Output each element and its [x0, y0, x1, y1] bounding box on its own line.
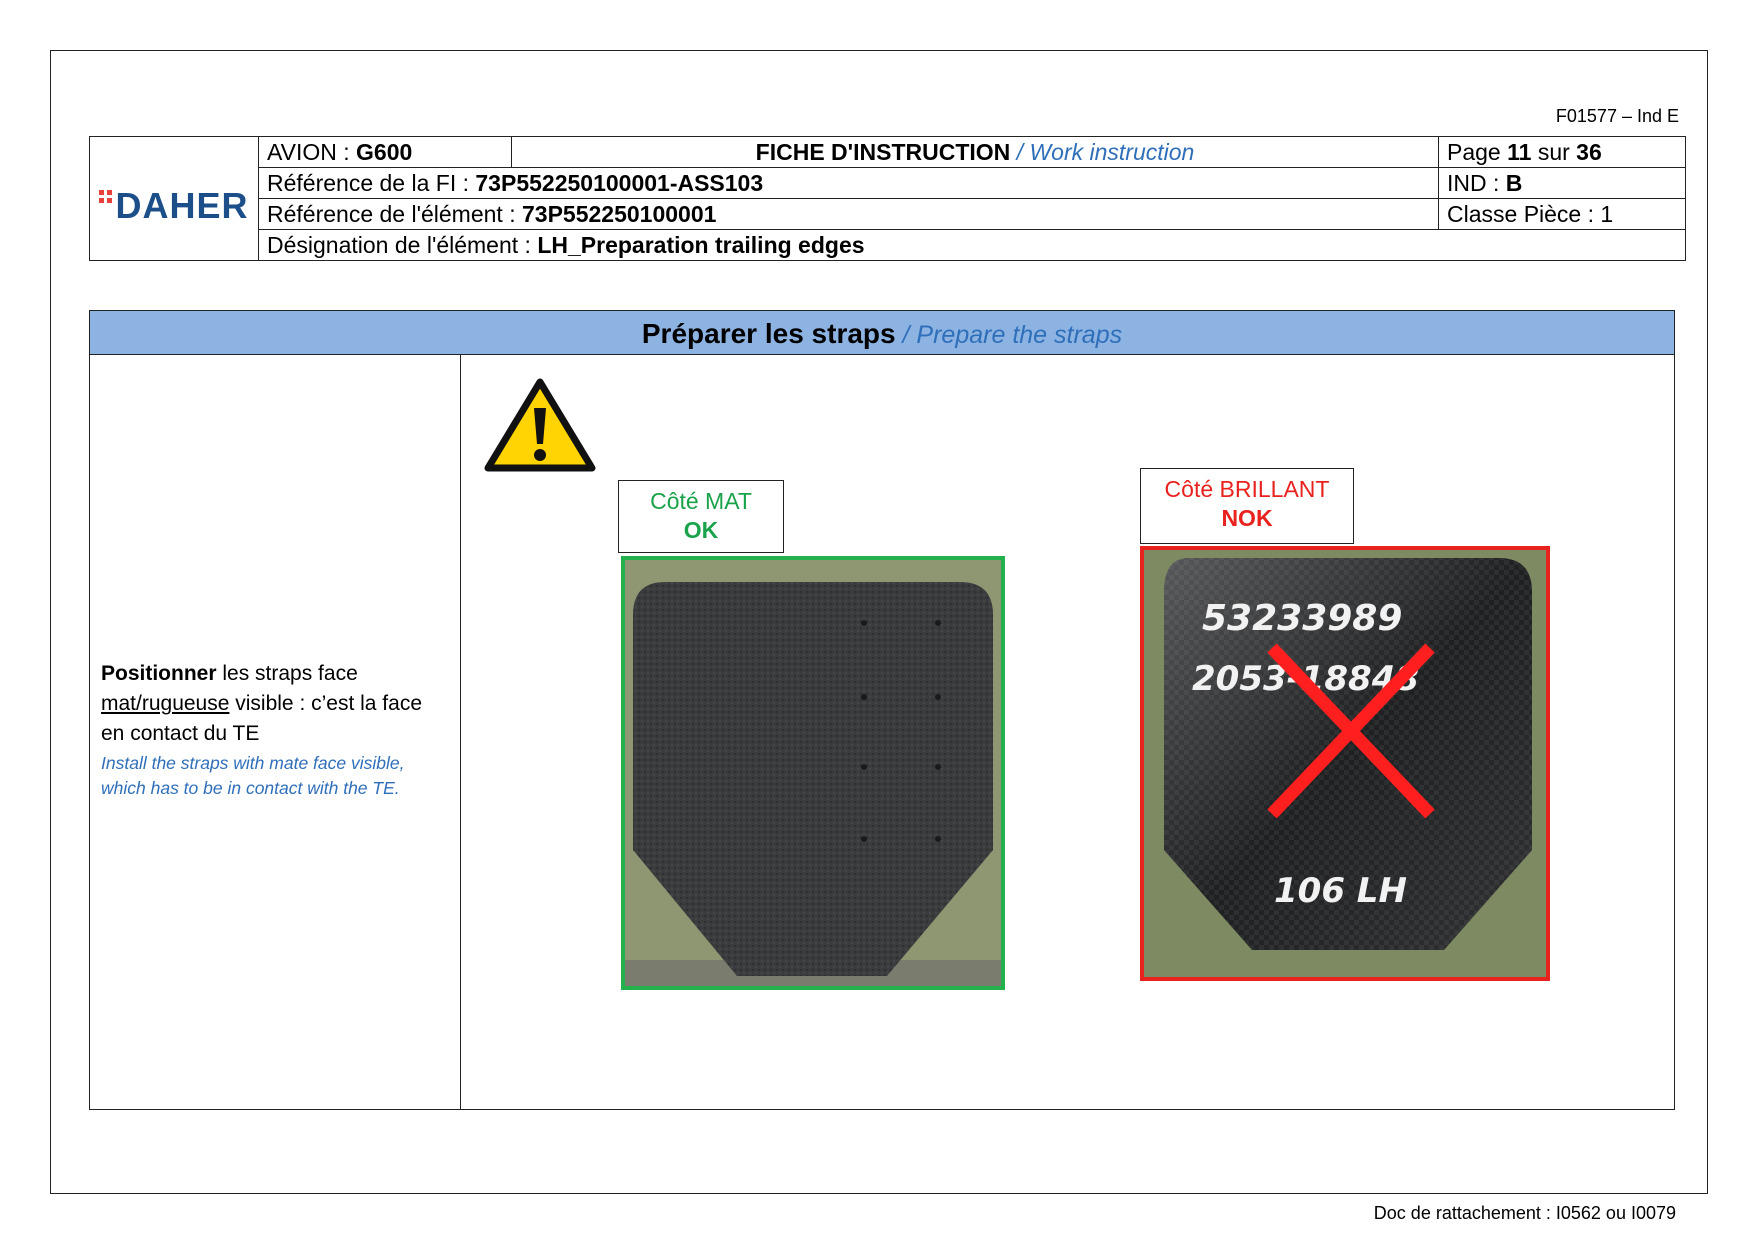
- logo-cell: DAHER: [89, 136, 259, 261]
- photo-strap-mat: [621, 556, 1005, 990]
- ref-element-value: 73P552250100001: [521, 200, 717, 227]
- logo-dots-icon: [99, 189, 113, 203]
- ref-fi-value: 73P552250100001-ASS103: [475, 169, 764, 196]
- avion-cell: AVION : G600: [258, 136, 512, 168]
- label-brillant-nok: Côté BRILLANT NOK: [1140, 468, 1354, 544]
- handwriting-line1: 53233989: [1202, 598, 1402, 639]
- ref-element-label: Référence de l'élément :: [267, 200, 522, 227]
- instruction-fr: Positionner les straps face mat/rugueuse…: [101, 659, 441, 749]
- document-header: DAHER AVION : G600 FICHE D'INSTRUCTION /…: [89, 136, 1686, 261]
- handwriting-line3: 106 LH: [1274, 871, 1407, 911]
- page-sep: sur: [1531, 138, 1577, 165]
- ref-fi-cell: Référence de la FI : 73P552250100001-ASS…: [258, 167, 1439, 199]
- instruction-text1: les straps face: [216, 662, 358, 685]
- avion-value: G600: [356, 138, 413, 165]
- ind-cell: IND : B: [1438, 167, 1686, 199]
- logo-text: DAHER: [115, 184, 249, 226]
- classe-piece: Classe Pièce : 1: [1438, 198, 1686, 230]
- page-label: Page: [1447, 138, 1508, 165]
- section-title-fr: Préparer les straps: [641, 318, 896, 349]
- daher-logo: DAHER: [99, 184, 249, 226]
- label-nok-line1: Côté BRILLANT: [1164, 476, 1330, 502]
- fiche-title-cell: FICHE D'INSTRUCTION / Work instruction: [511, 136, 1439, 168]
- warning-triangle-icon: [484, 378, 596, 474]
- label-ok-line2: OK: [683, 517, 719, 543]
- label-nok-line2: NOK: [1221, 505, 1273, 531]
- instruction-column: Positionner les straps face mat/rugueuse…: [90, 355, 461, 1109]
- ref-fi-label: Référence de la FI :: [267, 169, 476, 196]
- instruction-en: Install the straps with mate face visibl…: [101, 753, 405, 798]
- designation-cell: Désignation de l'élément : LH_Preparatio…: [258, 229, 1686, 261]
- avion-label: AVION :: [267, 138, 357, 165]
- ref-element-cell: Référence de l'élément : 73P552250100001: [258, 198, 1439, 230]
- page-current: 11: [1507, 138, 1532, 165]
- ind-value: B: [1505, 169, 1523, 196]
- form-code: F01577 – Ind E: [1555, 106, 1679, 126]
- label-ok-line1: Côté MAT: [650, 488, 752, 514]
- footer-doc-ref: Doc de rattachement : I0562 ou I0079: [1373, 1203, 1676, 1223]
- section-title-en: / Prepare the straps: [895, 321, 1123, 349]
- ind-label: IND :: [1447, 169, 1506, 196]
- section-title: Préparer les straps / Prepare the straps: [90, 311, 1674, 355]
- designation-value: LH_Preparation trailing edges: [537, 231, 865, 258]
- photo-strap-brillant: 53233989 2053-18848 106 LH: [1140, 546, 1550, 981]
- fiche-subtitle: / Work instruction: [1010, 138, 1195, 165]
- label-mat-ok: Côté MAT OK: [618, 480, 784, 553]
- instruction-text: Positionner les straps face mat/rugueuse…: [101, 659, 441, 801]
- designation-label: Désignation de l'élément :: [267, 231, 538, 258]
- instruction-underlined: mat/rugueuse: [101, 692, 230, 715]
- page-cell: Page 11 sur 36: [1438, 136, 1686, 168]
- fiche-title: FICHE D'INSTRUCTION: [755, 138, 1011, 165]
- page-total: 36: [1576, 138, 1602, 165]
- instruction-bold: Positionner: [101, 662, 217, 685]
